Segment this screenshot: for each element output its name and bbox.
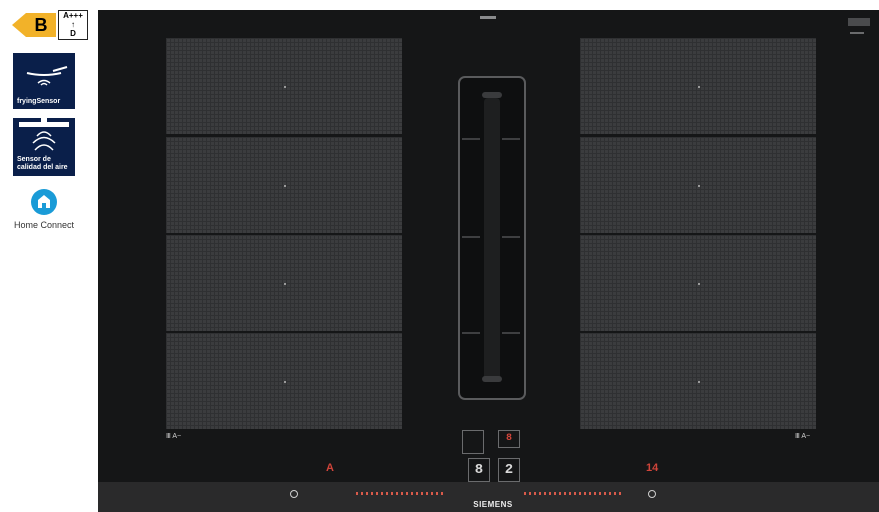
vent-tick — [502, 138, 520, 140]
top-indicator — [480, 16, 496, 19]
home-connect-label: Home Connect — [13, 220, 75, 230]
cooking-zone-left-2[interactable] — [166, 137, 402, 233]
energy-label: B A+++ ↑ D — [12, 10, 88, 40]
cooking-zone-right-2[interactable] — [580, 137, 816, 233]
vent-tick — [502, 236, 520, 238]
cooking-zone-left-1[interactable] — [166, 38, 402, 134]
top-right-mark — [848, 18, 870, 26]
fan-level-right: 2 — [498, 458, 520, 482]
frying-pan-icon — [26, 66, 68, 86]
air-quality-label-line1: Sensor de — [17, 156, 51, 163]
vent-tick — [462, 236, 480, 238]
fan-slider[interactable] — [524, 492, 624, 495]
heat-slider-left[interactable] — [356, 492, 446, 495]
cooktop: Ⅲ A− Ⅲ A− 8 8 2 A 14 SIEMENS — [98, 10, 879, 512]
fan-level-left: 8 — [468, 458, 490, 482]
hood-display-top-right: 8 — [498, 430, 520, 448]
energy-scale: A+++ ↑ D — [58, 10, 88, 40]
cooking-zone-right-1[interactable] — [580, 38, 816, 134]
left-zone-indicator: Ⅲ A− — [166, 433, 182, 440]
home-connect-badge: Home Connect — [4, 186, 84, 236]
vent-tick — [462, 138, 480, 140]
brand-logo: SIEMENS — [473, 500, 513, 509]
power-level-display: A — [326, 462, 334, 474]
air-quality-label-line2: calidad del aire — [17, 164, 68, 171]
air-quality-badge: Sensor de calidad del aire — [13, 118, 75, 176]
vent-tick — [462, 332, 480, 334]
home-connect-icon — [31, 189, 57, 215]
hood-display-top-left — [462, 430, 484, 454]
frying-sensor-label: fryingSensor — [17, 98, 61, 105]
timer-button-icon[interactable] — [648, 490, 656, 498]
frying-sensor-badge: fryingSensor — [13, 53, 75, 109]
cooking-zone-right-4[interactable] — [580, 333, 816, 429]
ventilation-extractor — [458, 76, 526, 400]
vent-tick — [502, 332, 520, 334]
air-quality-label: Sensor de calidad del aire — [17, 156, 68, 172]
vent-bar — [484, 98, 500, 380]
top-right-line — [850, 32, 864, 34]
timer-display: 14 — [646, 462, 659, 474]
cooking-zone-left-3[interactable] — [166, 235, 402, 331]
energy-arrow-icon — [12, 13, 26, 37]
energy-grade: B — [26, 13, 56, 37]
vent-cap-bottom — [482, 376, 502, 382]
cooking-zone-left-4[interactable] — [166, 333, 402, 429]
vent-cap-top — [482, 92, 502, 98]
energy-scale-bottom: D — [70, 29, 76, 38]
energy-scale-top: A+++ — [63, 11, 83, 20]
cooking-zone-right-3[interactable] — [580, 235, 816, 331]
energy-scale-arrow-icon: ↑ — [71, 20, 75, 29]
air-quality-icon — [19, 118, 69, 151]
power-button-icon[interactable] — [290, 490, 298, 498]
right-zone-indicator: Ⅲ A− — [795, 433, 811, 440]
